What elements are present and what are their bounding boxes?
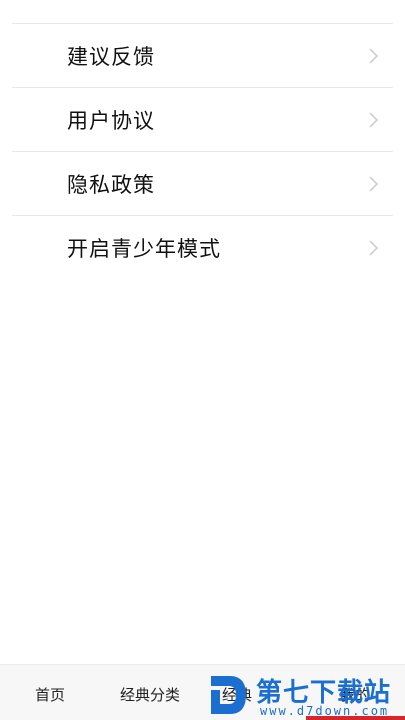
menu-item-feedback[interactable]: 建议反馈 [0,24,405,87]
tab-classic-categories[interactable]: 经典分类 [120,684,180,705]
menu-item-privacy-policy[interactable]: 隐私政策 [0,152,405,215]
watermark: 第七下载站 www.d7down.com [208,670,405,720]
menu-item-teen-mode[interactable]: 开启青少年模式 [0,216,405,279]
watermark-underline [306,716,405,720]
menu-item-label: 隐私政策 [67,172,155,197]
menu-item-label: 开启青少年模式 [67,236,221,261]
menu-item-label: 建议反馈 [67,44,155,69]
watermark-logo-icon [211,676,246,714]
menu-item-user-agreement[interactable]: 用户协议 [0,88,405,151]
menu-item-label: 用户协议 [67,108,155,133]
chevron-right-icon [367,111,379,129]
chevron-right-icon [367,47,379,65]
chevron-right-icon [367,175,379,193]
chevron-right-icon [367,239,379,257]
tab-home[interactable]: 首页 [35,684,65,705]
